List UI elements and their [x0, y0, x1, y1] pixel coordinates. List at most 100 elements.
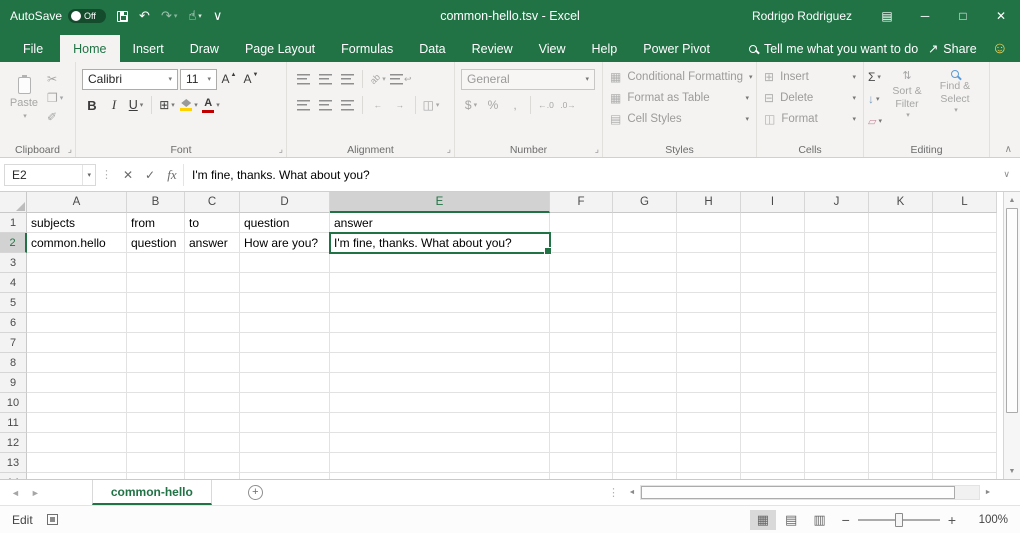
cell-B14[interactable] [127, 473, 185, 479]
cell-E13[interactable] [330, 453, 550, 473]
ribbon-tab-view[interactable]: View [526, 35, 579, 62]
insert-cells-button[interactable]: ⊞ Insert ▾ [761, 66, 859, 87]
cell-E2[interactable]: I'm fine, thanks. What about you? [330, 233, 550, 253]
format-cells-button[interactable]: ◫ Format ▾ [761, 108, 859, 129]
cell-I12[interactable] [741, 433, 805, 453]
column-header-L[interactable]: L [933, 192, 997, 213]
cell-E12[interactable] [330, 433, 550, 453]
name-box[interactable]: E2 ▾ [4, 164, 96, 186]
column-header-G[interactable]: G [613, 192, 677, 213]
cell-J10[interactable] [805, 393, 869, 413]
cell-K4[interactable] [869, 273, 933, 293]
zoom-out-button[interactable]: − [842, 512, 850, 528]
horizontal-scrollbar[interactable]: ◄ ► [624, 484, 996, 501]
row-header-4[interactable]: 4 [0, 273, 27, 293]
formula-bar-expand-arrow[interactable]: ∨ [1003, 169, 1010, 180]
clipboard-dialog-launcher[interactable]: ⌟ [68, 144, 72, 155]
select-all-corner[interactable] [0, 192, 27, 213]
cell-F14[interactable] [550, 473, 613, 479]
cell-L14[interactable] [933, 473, 997, 479]
align-bottom-button[interactable] [337, 69, 357, 89]
zoom-level[interactable]: 100% [964, 514, 1008, 526]
cell-K1[interactable] [869, 213, 933, 233]
cell-B12[interactable] [127, 433, 185, 453]
touch-mode-button[interactable]: ☝▾ [188, 8, 201, 24]
cell-B9[interactable] [127, 373, 185, 393]
row-header-9[interactable]: 9 [0, 373, 27, 393]
sort-filter-button[interactable]: ⇅ Sort & Filter ▾ [884, 66, 930, 130]
macro-record-icon[interactable] [47, 514, 58, 525]
row-header-13[interactable]: 13 [0, 453, 27, 473]
cell-K14[interactable] [869, 473, 933, 479]
italic-button[interactable]: I [104, 95, 124, 115]
cell-A11[interactable] [27, 413, 127, 433]
cell-D3[interactable] [240, 253, 330, 273]
borders-button[interactable]: ⊞▾ [157, 95, 177, 115]
cell-D5[interactable] [240, 293, 330, 313]
ribbon-tab-help[interactable]: Help [579, 35, 631, 62]
cell-H1[interactable] [677, 213, 741, 233]
cell-A13[interactable] [27, 453, 127, 473]
zoom-in-button[interactable]: + [948, 512, 956, 528]
align-center-button[interactable] [315, 95, 335, 115]
ribbon-tab-formulas[interactable]: Formulas [328, 35, 406, 62]
close-button[interactable]: ✕ [982, 0, 1020, 32]
cell-D13[interactable] [240, 453, 330, 473]
delete-cells-button[interactable]: ⊟ Delete ▾ [761, 87, 859, 108]
cell-D9[interactable] [240, 373, 330, 393]
cell-G11[interactable] [613, 413, 677, 433]
minimize-button[interactable]: ─ [906, 0, 944, 32]
cell-F7[interactable] [550, 333, 613, 353]
cell-D7[interactable] [240, 333, 330, 353]
cell-F12[interactable] [550, 433, 613, 453]
cell-D11[interactable] [240, 413, 330, 433]
cell-K6[interactable] [869, 313, 933, 333]
cell-A2[interactable]: common.hello [27, 233, 127, 253]
cell-G4[interactable] [613, 273, 677, 293]
cell-D4[interactable] [240, 273, 330, 293]
cell-D6[interactable] [240, 313, 330, 333]
formula-bar-drag-handle[interactable]: ⋮ [101, 168, 112, 181]
column-header-B[interactable]: B [127, 192, 185, 213]
cell-A14[interactable] [27, 473, 127, 479]
conditional-formatting-button[interactable]: ▦ Conditional Formatting ▾ [607, 66, 752, 87]
sheet-nav-left-arrow[interactable]: ◄ [11, 488, 20, 498]
cell-J7[interactable] [805, 333, 869, 353]
page-layout-view-button[interactable]: ▤ [778, 510, 804, 530]
cell-C11[interactable] [185, 413, 240, 433]
cell-H6[interactable] [677, 313, 741, 333]
sheet-nav-right-arrow[interactable]: ► [31, 488, 40, 498]
column-header-F[interactable]: F [550, 192, 613, 213]
format-as-table-button[interactable]: ▦ Format as Table ▾ [607, 87, 752, 108]
row-header-7[interactable]: 7 [0, 333, 27, 353]
cell-K2[interactable] [869, 233, 933, 253]
name-box-dropdown-arrow[interactable]: ▾ [82, 165, 95, 185]
cell-E4[interactable] [330, 273, 550, 293]
percent-style-button[interactable]: % [483, 95, 503, 115]
cell-L11[interactable] [933, 413, 997, 433]
cell-F3[interactable] [550, 253, 613, 273]
cell-A12[interactable] [27, 433, 127, 453]
zoom-slider-handle[interactable] [895, 513, 903, 527]
column-header-J[interactable]: J [805, 192, 869, 213]
cell-H13[interactable] [677, 453, 741, 473]
tell-me-box[interactable]: Tell me what you want to do [749, 35, 918, 62]
cell-K5[interactable] [869, 293, 933, 313]
cell-E7[interactable] [330, 333, 550, 353]
enter-button[interactable]: ✓ [139, 164, 161, 186]
cell-C3[interactable] [185, 253, 240, 273]
cell-H3[interactable] [677, 253, 741, 273]
align-left-button[interactable] [293, 95, 313, 115]
orientation-button[interactable]: ab▾ [368, 69, 388, 89]
bold-button[interactable]: B [82, 95, 102, 115]
cell-K8[interactable] [869, 353, 933, 373]
column-header-H[interactable]: H [677, 192, 741, 213]
cell-K9[interactable] [869, 373, 933, 393]
align-middle-button[interactable] [315, 69, 335, 89]
horizontal-scroll-track[interactable] [640, 485, 980, 500]
cell-C8[interactable] [185, 353, 240, 373]
cell-C7[interactable] [185, 333, 240, 353]
column-header-A[interactable]: A [27, 192, 127, 213]
maximize-button[interactable]: □ [944, 0, 982, 32]
cell-C14[interactable] [185, 473, 240, 479]
